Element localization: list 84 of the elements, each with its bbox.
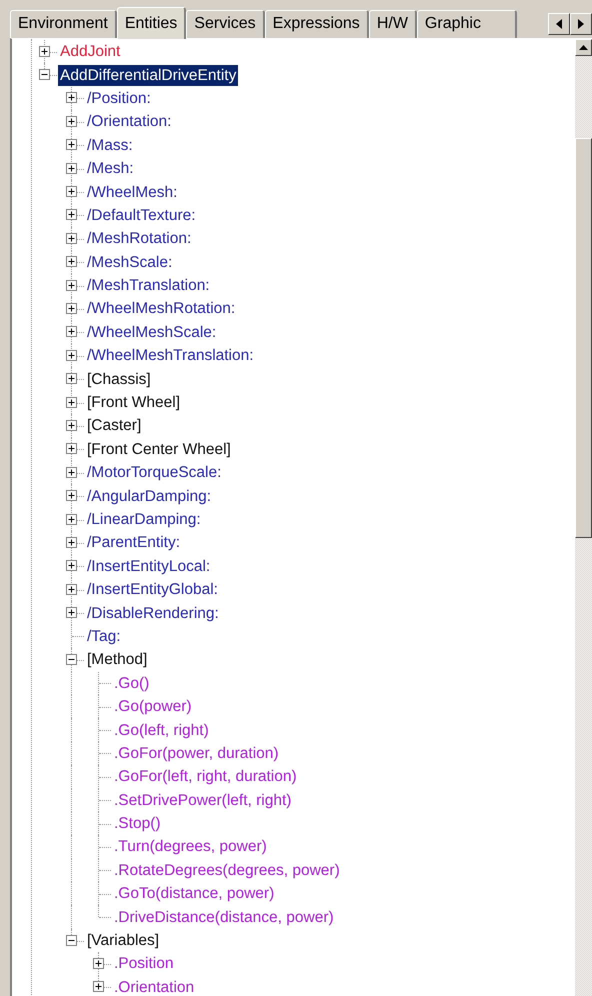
tree-item[interactable]: /MeshTranslation:	[85, 275, 212, 296]
scroll-right-button[interactable]	[570, 13, 592, 35]
collapse-icon[interactable]	[66, 934, 77, 946]
expand-icon[interactable]	[66, 396, 77, 408]
expand-icon[interactable]	[93, 981, 104, 992]
tree-item[interactable]: .Go()	[112, 672, 152, 694]
tab[interactable]: H/W	[368, 10, 417, 38]
tree-item[interactable]: /ParentEntity:	[85, 532, 182, 554]
expand-icon[interactable]	[66, 584, 77, 595]
expand-icon[interactable]	[66, 536, 77, 548]
expand-icon[interactable]	[66, 466, 77, 478]
expand-icon[interactable]	[66, 560, 77, 572]
expand-icon[interactable]	[66, 186, 77, 198]
tree-item[interactable]: .GoFor(power, duration)	[112, 742, 281, 764]
tree-item[interactable]: /InsertEntityLocal:	[85, 556, 212, 577]
tree-item[interactable]: [Front Center Wheel]	[85, 438, 233, 460]
tree-item[interactable]: /Mesh:	[85, 158, 136, 180]
tree-item[interactable]: /MeshRotation:	[85, 228, 194, 250]
tree-item[interactable]: [Chassis]	[85, 368, 153, 390]
tree-item[interactable]: /WheelMesh:	[85, 182, 180, 203]
tree-item[interactable]: /MeshScale:	[85, 252, 174, 273]
expand-icon[interactable]	[66, 490, 77, 502]
tree-item[interactable]: /MotorTorqueScale:	[85, 462, 224, 484]
expand-icon[interactable]	[66, 514, 77, 524]
expand-icon[interactable]	[66, 162, 77, 174]
tree-item[interactable]: /WheelMeshRotation:	[85, 298, 238, 320]
tree-item[interactable]: /Mass:	[85, 134, 135, 156]
tree-item[interactable]: /Orientation:	[85, 111, 174, 132]
expand-icon[interactable]	[93, 958, 104, 969]
expand-icon[interactable]	[66, 420, 77, 431]
tab[interactable]: Entities	[116, 7, 186, 39]
tree-item[interactable]: /WheelMeshScale:	[85, 322, 218, 343]
scroll-left-button[interactable]	[548, 13, 570, 35]
tree-item[interactable]: AddJoint	[58, 41, 122, 62]
scroll-up-button[interactable]	[575, 39, 592, 56]
tab[interactable]: Environment	[10, 10, 117, 38]
tree-item[interactable]: .DriveDistance(distance, power)	[112, 906, 336, 928]
tree-item[interactable]: [Method]	[85, 649, 150, 670]
tree-item[interactable]: /LinearDamping:	[85, 509, 203, 530]
tree-item[interactable]: [Front Wheel]	[85, 392, 182, 414]
tab[interactable]: Services	[186, 10, 265, 38]
expand-icon[interactable]	[66, 443, 77, 454]
scrollbar[interactable]	[575, 39, 592, 996]
left-triangle-icon	[556, 19, 562, 29]
expand-icon[interactable]	[66, 256, 77, 268]
tree-item[interactable]: .RotateDegrees(degrees, power)	[112, 860, 342, 881]
tree-item[interactable]: [Caster]	[85, 415, 144, 436]
expand-icon[interactable]	[66, 92, 77, 104]
expand-icon[interactable]	[39, 46, 50, 57]
expand-icon[interactable]	[66, 373, 77, 384]
tree-item[interactable]: .Go(left, right)	[112, 720, 211, 741]
tab[interactable]: Graphic	[416, 10, 517, 38]
tree-item[interactable]: [Variables]	[85, 930, 162, 952]
expand-icon[interactable]	[66, 232, 77, 244]
tree-item[interactable]: .GoFor(left, right, duration)	[112, 766, 299, 788]
right-triangle-icon	[578, 19, 584, 29]
tree-item[interactable]: /DefaultTexture:	[85, 204, 198, 226]
tree-item[interactable]: .Turn(degrees, power)	[112, 836, 269, 858]
expand-icon[interactable]	[66, 139, 77, 150]
tree-item[interactable]: /DisableRendering:	[85, 602, 221, 624]
expand-icon[interactable]	[66, 209, 77, 220]
tree-item[interactable]: .Stop()	[112, 813, 163, 834]
up-triangle-icon	[579, 45, 588, 50]
tree-item[interactable]: .Go(power)	[112, 696, 194, 718]
tree-item[interactable]: .Position	[112, 953, 176, 974]
expand-icon[interactable]	[66, 326, 77, 338]
collapse-icon[interactable]	[39, 69, 50, 80]
tree-item[interactable]: .GoTo(distance, power)	[112, 883, 276, 904]
tree-item[interactable]: .Orientation	[112, 976, 196, 996]
tree-item[interactable]: /WheelMeshTranslation:	[85, 345, 256, 366]
scroll-thumb[interactable]	[575, 138, 592, 538]
collapse-icon[interactable]	[66, 654, 77, 665]
tree-item[interactable]: AddDifferentialDriveEntity	[58, 64, 238, 86]
tree-item[interactable]: /Position:	[85, 88, 153, 109]
expand-icon[interactable]	[66, 607, 77, 618]
tree-item[interactable]: /Tag:	[85, 626, 123, 647]
expand-icon[interactable]	[66, 302, 77, 314]
tab[interactable]: Expressions	[264, 10, 369, 38]
tree-item[interactable]: /AngularDamping:	[85, 486, 214, 507]
expand-icon[interactable]	[66, 350, 77, 361]
tree-item[interactable]: /InsertEntityGlobal:	[85, 579, 220, 600]
expand-icon[interactable]	[66, 116, 77, 127]
tree-item[interactable]: .SetDrivePower(left, right)	[112, 790, 294, 811]
expand-icon[interactable]	[66, 280, 77, 291]
